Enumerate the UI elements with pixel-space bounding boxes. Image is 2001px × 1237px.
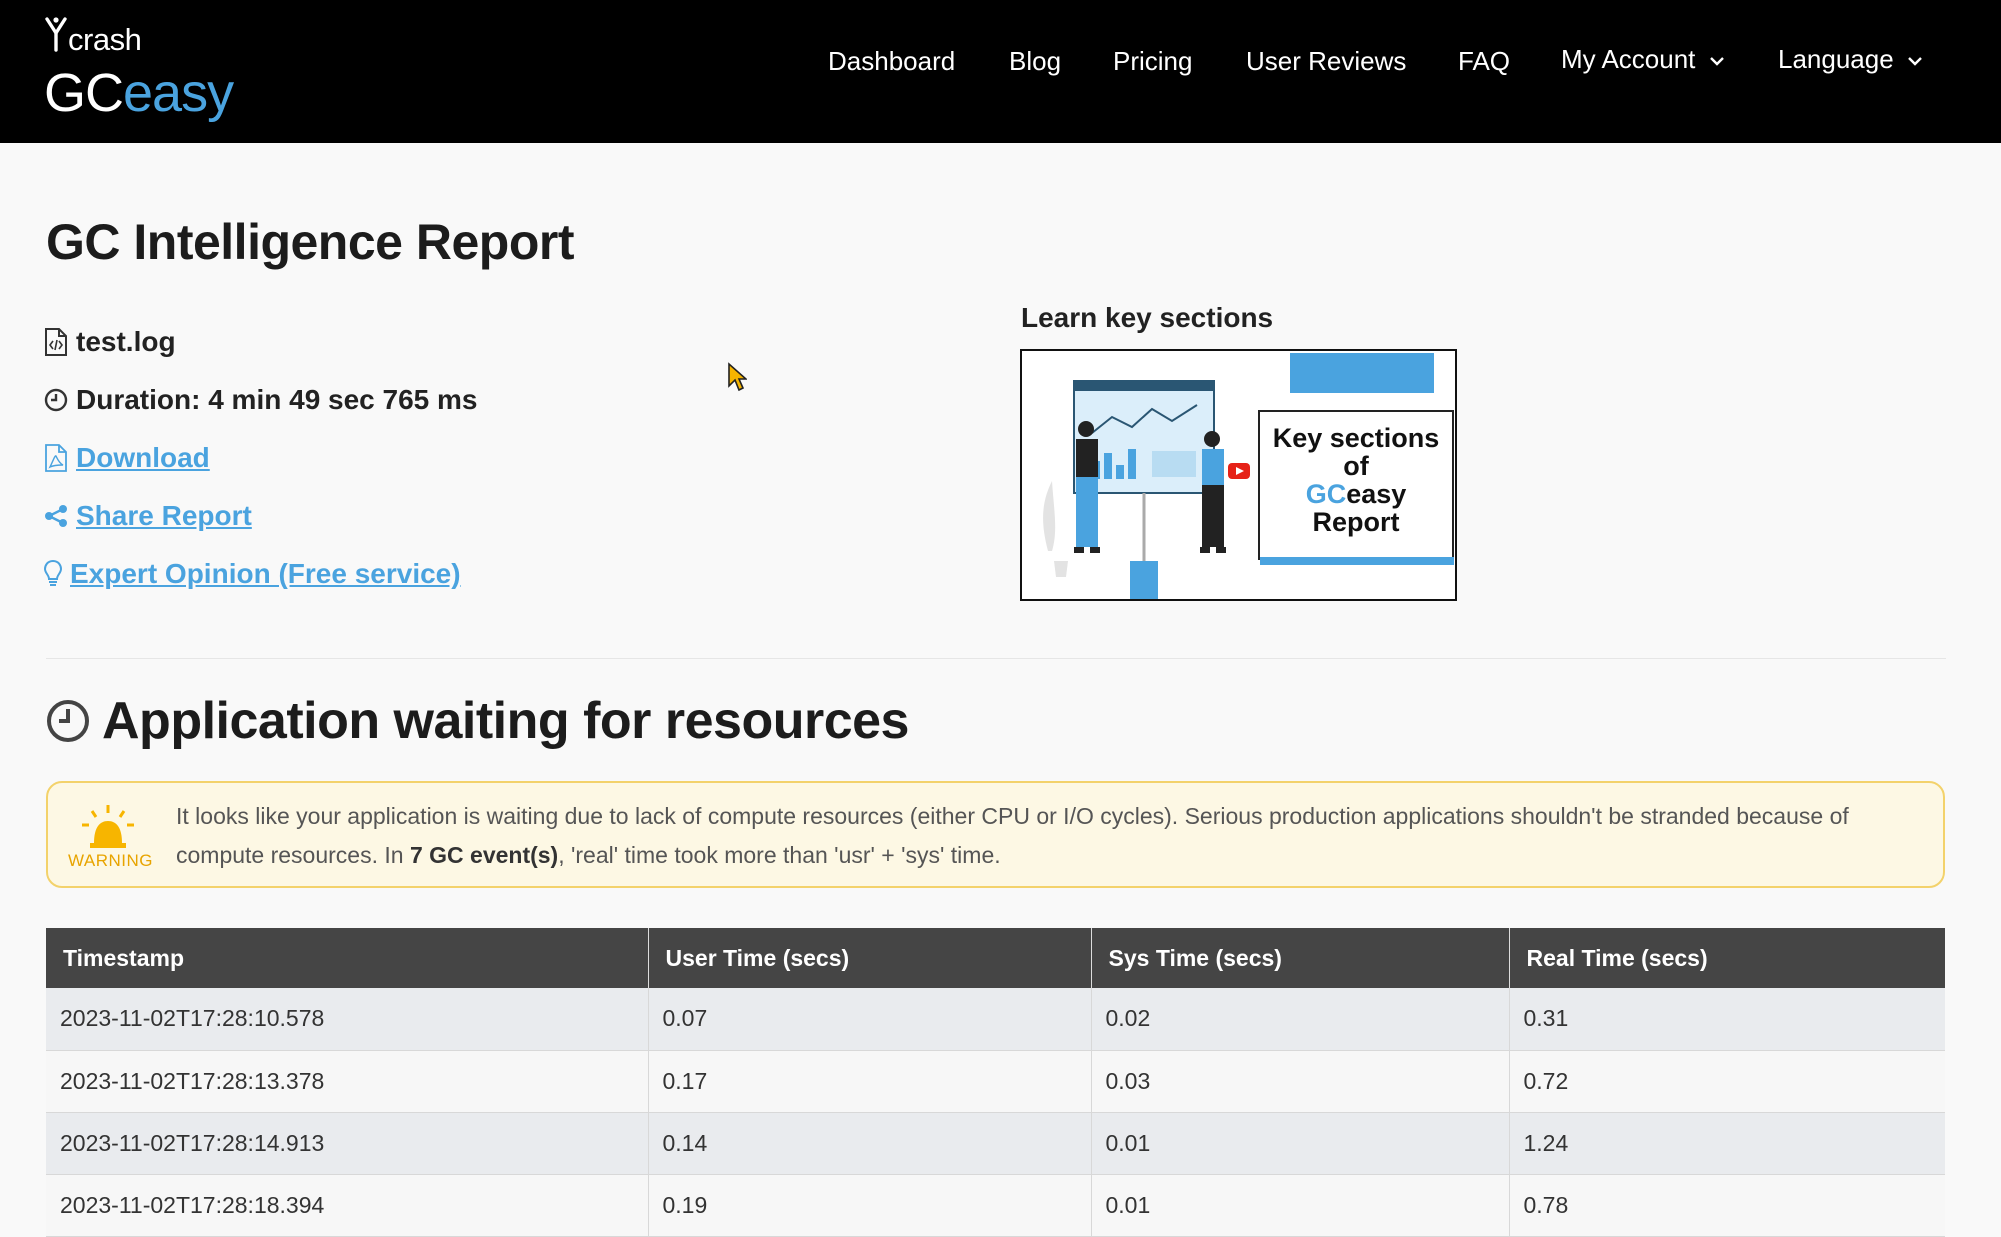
logo-easy: easy xyxy=(123,63,234,123)
cell-user-time: 0.14 xyxy=(648,1112,1092,1175)
nav-dashboard[interactable]: Dashboard xyxy=(828,46,955,77)
gc-events-table: Timestamp User Time (secs) Sys Time (sec… xyxy=(46,928,1945,1237)
cell-sys-time: 0.01 xyxy=(1091,1174,1510,1237)
lightbulb-icon xyxy=(44,559,62,586)
learn-key-sections-title: Learn key sections xyxy=(1021,302,1274,333)
ycrash-gceasy-logo[interactable]: crash GCeasy xyxy=(44,16,244,126)
logo-crash-text: crash xyxy=(68,22,142,57)
card-easy: easy xyxy=(1346,479,1407,509)
cell-user-time: 0.19 xyxy=(648,1174,1092,1237)
card-accent-bar xyxy=(1260,557,1454,565)
header-sys-time: Sys Time (secs) xyxy=(1091,928,1510,988)
nav-user-reviews[interactable]: User Reviews xyxy=(1246,46,1406,77)
ycrash-y-icon xyxy=(45,17,67,52)
table-row: 2023-11-02T17:28:18.394 0.19 0.01 0.78 xyxy=(46,1174,1945,1237)
warning-box: WARNING It looks like your application i… xyxy=(46,781,1945,888)
cell-real-time: 0.78 xyxy=(1509,1174,1945,1237)
page-title: GC Intelligence Report xyxy=(46,214,574,270)
mouse-cursor-icon xyxy=(728,362,747,392)
nav-language[interactable]: Language xyxy=(1778,44,1923,75)
pdf-file-icon xyxy=(45,444,67,472)
cell-timestamp: 2023-11-02T17:28:14.913 xyxy=(46,1112,649,1175)
section-title-text: Application waiting for resources xyxy=(102,692,909,750)
table-row: 2023-11-02T17:28:13.378 0.17 0.03 0.72 xyxy=(46,1050,1945,1113)
clock-icon xyxy=(47,700,89,742)
nav-blog[interactable]: Blog xyxy=(1009,46,1061,77)
card-line-2: of xyxy=(1343,451,1369,481)
nav-my-account-label: My Account xyxy=(1561,44,1696,74)
section-title: Application waiting for resources xyxy=(46,691,909,751)
cell-user-time: 0.17 xyxy=(648,1050,1092,1113)
file-name: test.log xyxy=(76,326,176,357)
expert-opinion-link[interactable]: Expert Opinion (Free service) xyxy=(70,558,461,590)
table-row: 2023-11-02T17:28:14.913 0.14 0.01 1.24 xyxy=(46,1112,1945,1175)
cell-sys-time: 0.02 xyxy=(1091,988,1510,1051)
card-line-1: Key sections xyxy=(1272,423,1440,453)
nav-my-account[interactable]: My Account xyxy=(1561,44,1725,75)
chevron-down-icon xyxy=(1709,57,1724,66)
download-row[interactable]: Download xyxy=(44,442,210,474)
nav-faq[interactable]: FAQ xyxy=(1458,46,1510,77)
section-divider xyxy=(46,658,1946,659)
key-sections-video-thumbnail[interactable]: Key sections of GCeasy Report xyxy=(1020,349,1457,601)
header-timestamp: Timestamp xyxy=(46,928,649,988)
duration-text: Duration: 4 min 49 sec 765 ms xyxy=(76,384,478,415)
cell-real-time: 0.72 xyxy=(1509,1050,1945,1113)
header-user-time: User Time (secs) xyxy=(648,928,1092,988)
code-file-icon xyxy=(45,328,67,356)
warning-text-part-2: , 'real' time took more than 'usr' + 'sy… xyxy=(558,842,1001,868)
warning-message: It looks like your application is waitin… xyxy=(176,797,1926,875)
file-name-row: test.log xyxy=(44,326,176,358)
share-icon xyxy=(45,505,67,527)
top-navbar: crash GCeasy Dashboard Blog Pricing User… xyxy=(0,0,2001,143)
logo-gceasy-text: GCeasy xyxy=(44,63,234,123)
cell-sys-time: 0.01 xyxy=(1091,1112,1510,1175)
warning-icon-group: WARNING xyxy=(68,803,154,873)
key-sections-card: Key sections of GCeasy Report xyxy=(1258,410,1454,560)
expert-opinion-row[interactable]: Expert Opinion (Free service) xyxy=(44,558,461,590)
clock-icon xyxy=(44,388,68,412)
card-line-4: Report xyxy=(1312,507,1400,537)
table-row: 2023-11-02T17:28:10.578 0.07 0.02 0.31 xyxy=(46,988,1945,1051)
logo-gc: GC xyxy=(44,63,124,123)
header-real-time: Real Time (secs) xyxy=(1509,928,1945,988)
cell-real-time: 1.24 xyxy=(1509,1112,1945,1175)
warning-label: WARNING xyxy=(68,851,154,870)
nav-pricing[interactable]: Pricing xyxy=(1113,46,1192,77)
nav-language-label: Language xyxy=(1778,44,1894,74)
share-report-link[interactable]: Share Report xyxy=(76,500,252,532)
warning-bold-count: 7 GC event(s) xyxy=(409,842,559,868)
cell-timestamp: 2023-11-02T17:28:13.378 xyxy=(46,1050,649,1113)
cell-timestamp: 2023-11-02T17:28:18.394 xyxy=(46,1174,649,1237)
cell-user-time: 0.07 xyxy=(648,988,1092,1051)
alarm-light-icon xyxy=(82,805,134,848)
cell-sys-time: 0.03 xyxy=(1091,1050,1510,1113)
cell-real-time: 0.31 xyxy=(1509,988,1945,1051)
download-link[interactable]: Download xyxy=(76,442,210,474)
duration-row: Duration: 4 min 49 sec 765 ms xyxy=(44,384,478,416)
card-line-3: GCeasy xyxy=(1260,480,1452,508)
cell-timestamp: 2023-11-02T17:28:10.578 xyxy=(46,988,649,1051)
chevron-down-icon xyxy=(1908,57,1922,66)
table-header-row: Timestamp User Time (secs) Sys Time (sec… xyxy=(46,928,1945,988)
share-row[interactable]: Share Report xyxy=(44,500,252,532)
card-gc: GC xyxy=(1305,479,1347,509)
